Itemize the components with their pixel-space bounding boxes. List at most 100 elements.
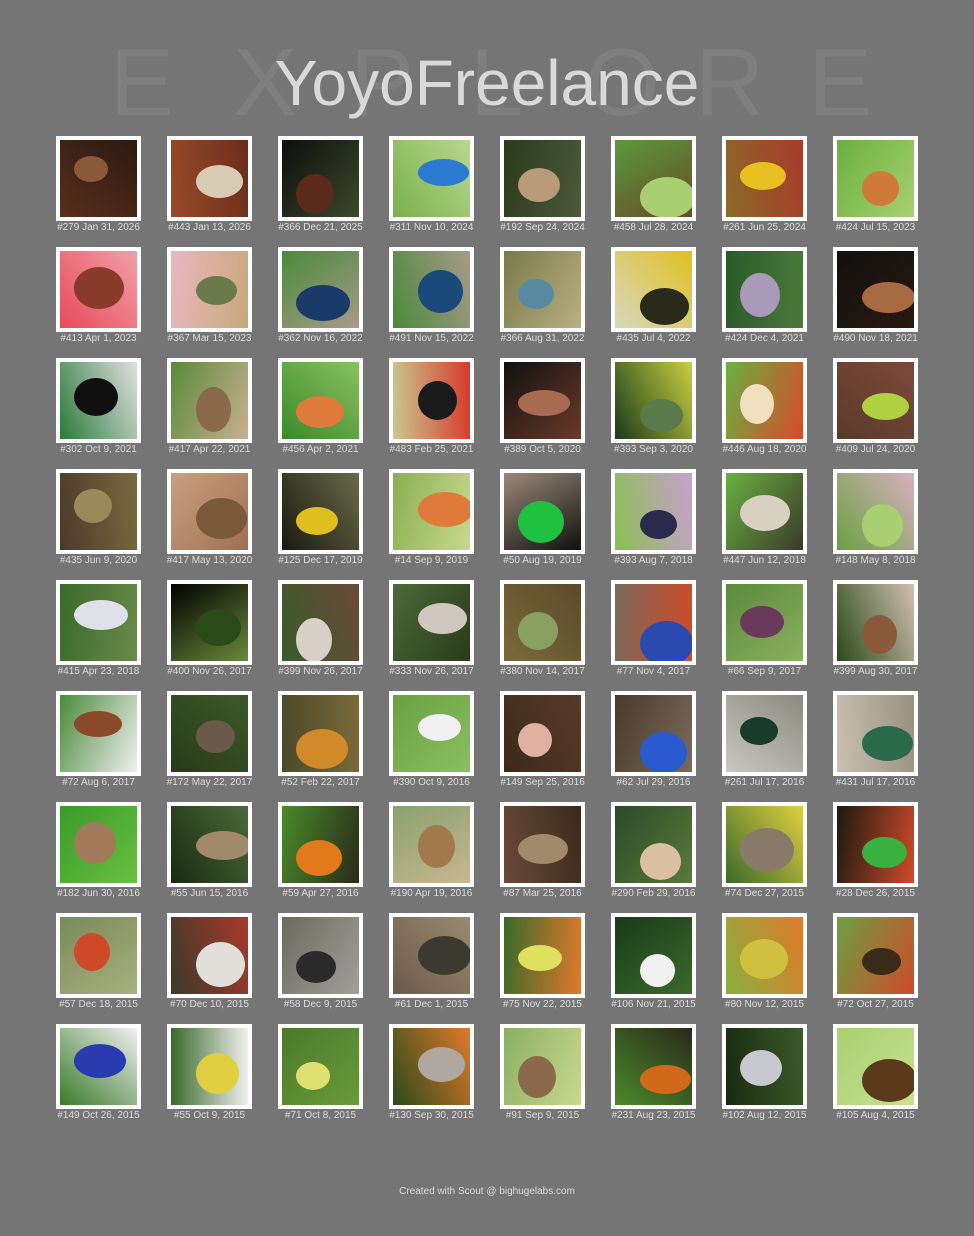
photo-thumbnail[interactable] [56, 358, 141, 443]
photo-tile[interactable]: #483 Feb 25, 2021 [389, 358, 474, 455]
photo-tile[interactable]: #190 Apr 19, 2016 [389, 802, 474, 899]
photo-tile[interactable]: #28 Dec 26, 2015 [833, 802, 918, 899]
photo-thumbnail[interactable] [278, 913, 363, 998]
photo-tile[interactable]: #102 Aug 12, 2015 [722, 1024, 807, 1121]
photo-thumbnail[interactable] [56, 691, 141, 776]
photo-thumbnail[interactable] [500, 802, 585, 887]
photo-thumbnail[interactable] [167, 358, 252, 443]
photo-thumbnail[interactable] [833, 358, 918, 443]
footer-credit[interactable]: Created with Scout @ bighugelabs.com [0, 1186, 974, 1197]
photo-tile[interactable]: #57 Dec 18, 2015 [56, 913, 141, 1010]
photo-thumbnail[interactable] [167, 691, 252, 776]
photo-tile[interactable]: #261 Jul 17, 2016 [722, 691, 807, 788]
photo-thumbnail[interactable] [278, 580, 363, 665]
photo-tile[interactable]: #446 Aug 18, 2020 [722, 358, 807, 455]
photo-thumbnail[interactable] [167, 136, 252, 221]
photo-tile[interactable]: #393 Sep 3, 2020 [611, 358, 696, 455]
photo-thumbnail[interactable] [611, 469, 696, 554]
photo-tile[interactable]: #417 May 13, 2020 [167, 469, 252, 566]
photo-thumbnail[interactable] [833, 580, 918, 665]
photo-thumbnail[interactable] [722, 247, 807, 332]
photo-tile[interactable]: #279 Jan 31, 2026 [56, 136, 141, 233]
photo-tile[interactable]: #105 Aug 4, 2015 [833, 1024, 918, 1121]
photo-tile[interactable]: #149 Oct 26, 2015 [56, 1024, 141, 1121]
photo-tile[interactable]: #399 Aug 30, 2017 [833, 580, 918, 677]
photo-tile[interactable]: #55 Jun 15, 2016 [167, 802, 252, 899]
photo-thumbnail[interactable] [389, 913, 474, 998]
photo-tile[interactable]: #413 Apr 1, 2023 [56, 247, 141, 344]
photo-tile[interactable]: #417 Apr 22, 2021 [167, 358, 252, 455]
photo-thumbnail[interactable] [389, 469, 474, 554]
photo-thumbnail[interactable] [389, 136, 474, 221]
photo-tile[interactable]: #456 Apr 2, 2021 [278, 358, 363, 455]
photo-thumbnail[interactable] [722, 913, 807, 998]
photo-tile[interactable]: #333 Nov 26, 2017 [389, 580, 474, 677]
photo-tile[interactable]: #290 Feb 29, 2016 [611, 802, 696, 899]
photo-tile[interactable]: #362 Nov 16, 2022 [278, 247, 363, 344]
photo-thumbnail[interactable] [722, 469, 807, 554]
photo-thumbnail[interactable] [833, 913, 918, 998]
photo-thumbnail[interactable] [611, 358, 696, 443]
photo-thumbnail[interactable] [833, 247, 918, 332]
photo-thumbnail[interactable] [611, 691, 696, 776]
photo-tile[interactable]: #409 Jul 24, 2020 [833, 358, 918, 455]
photo-thumbnail[interactable] [278, 358, 363, 443]
photo-tile[interactable]: #424 Dec 4, 2021 [722, 247, 807, 344]
photo-tile[interactable]: #75 Nov 22, 2015 [500, 913, 585, 1010]
photo-tile[interactable]: #231 Aug 23, 2015 [611, 1024, 696, 1121]
photo-thumbnail[interactable] [500, 1024, 585, 1109]
photo-tile[interactable]: #149 Sep 25, 2016 [500, 691, 585, 788]
photo-thumbnail[interactable] [611, 1024, 696, 1109]
photo-tile[interactable]: #367 Mar 15, 2023 [167, 247, 252, 344]
photo-tile[interactable]: #58 Dec 9, 2015 [278, 913, 363, 1010]
photo-tile[interactable]: #302 Oct 9, 2021 [56, 358, 141, 455]
photo-thumbnail[interactable] [389, 247, 474, 332]
photo-thumbnail[interactable] [833, 691, 918, 776]
photo-tile[interactable]: #66 Sep 9, 2017 [722, 580, 807, 677]
photo-thumbnail[interactable] [167, 1024, 252, 1109]
photo-thumbnail[interactable] [56, 802, 141, 887]
photo-thumbnail[interactable] [500, 247, 585, 332]
photo-thumbnail[interactable] [611, 913, 696, 998]
photo-tile[interactable]: #192 Sep 24, 2024 [500, 136, 585, 233]
photo-thumbnail[interactable] [167, 580, 252, 665]
photo-tile[interactable]: #399 Nov 26, 2017 [278, 580, 363, 677]
photo-thumbnail[interactable] [278, 469, 363, 554]
photo-thumbnail[interactable] [722, 136, 807, 221]
photo-tile[interactable]: #400 Nov 26, 2017 [167, 580, 252, 677]
photo-thumbnail[interactable] [56, 136, 141, 221]
photo-thumbnail[interactable] [389, 358, 474, 443]
photo-thumbnail[interactable] [722, 580, 807, 665]
photo-thumbnail[interactable] [500, 136, 585, 221]
photo-tile[interactable]: #431 Jul 17, 2016 [833, 691, 918, 788]
photo-thumbnail[interactable] [500, 913, 585, 998]
photo-thumbnail[interactable] [722, 691, 807, 776]
photo-thumbnail[interactable] [500, 580, 585, 665]
photo-thumbnail[interactable] [500, 358, 585, 443]
photo-tile[interactable]: #59 Apr 27, 2016 [278, 802, 363, 899]
photo-tile[interactable]: #52 Feb 22, 2017 [278, 691, 363, 788]
photo-tile[interactable]: #91 Sep 9, 2015 [500, 1024, 585, 1121]
photo-tile[interactable]: #435 Jun 9, 2020 [56, 469, 141, 566]
photo-tile[interactable]: #415 Apr 23, 2018 [56, 580, 141, 677]
photo-tile[interactable]: #71 Oct 8, 2015 [278, 1024, 363, 1121]
photo-tile[interactable]: #55 Oct 9, 2015 [167, 1024, 252, 1121]
photo-thumbnail[interactable] [56, 580, 141, 665]
photo-tile[interactable]: #72 Oct 27, 2015 [833, 913, 918, 1010]
photo-tile[interactable]: #87 Mar 25, 2016 [500, 802, 585, 899]
photo-thumbnail[interactable] [278, 247, 363, 332]
photo-thumbnail[interactable] [833, 136, 918, 221]
photo-tile[interactable]: #443 Jan 13, 2026 [167, 136, 252, 233]
photo-tile[interactable]: #366 Dec 21, 2025 [278, 136, 363, 233]
photo-thumbnail[interactable] [611, 247, 696, 332]
photo-tile[interactable]: #72 Aug 6, 2017 [56, 691, 141, 788]
photo-thumbnail[interactable] [722, 802, 807, 887]
photo-tile[interactable]: #490 Nov 18, 2021 [833, 247, 918, 344]
photo-thumbnail[interactable] [167, 913, 252, 998]
photo-tile[interactable]: #491 Nov 15, 2022 [389, 247, 474, 344]
photo-thumbnail[interactable] [722, 358, 807, 443]
photo-tile[interactable]: #311 Nov 10, 2024 [389, 136, 474, 233]
photo-tile[interactable]: #380 Nov 14, 2017 [500, 580, 585, 677]
photo-thumbnail[interactable] [278, 1024, 363, 1109]
photo-thumbnail[interactable] [56, 469, 141, 554]
